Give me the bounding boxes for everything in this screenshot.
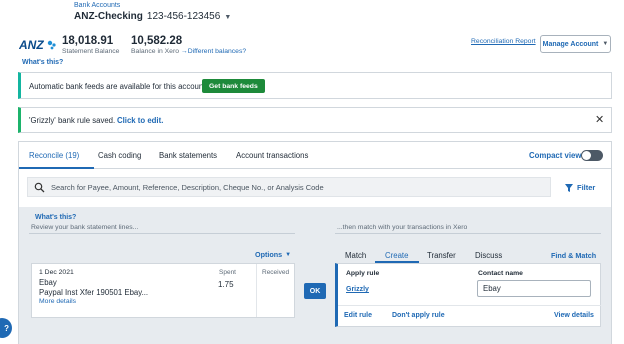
help-button[interactable]: ? — [0, 318, 12, 338]
different-balances-text: Different balances? — [187, 48, 247, 55]
tab-match[interactable]: Match — [345, 251, 366, 260]
tab-bar: Reconcile (19) Cash coding Bank statemen… — [19, 142, 611, 169]
filter-label: Filter — [577, 183, 596, 192]
tab-discuss[interactable]: Discuss — [475, 251, 502, 260]
breadcrumb[interactable]: Bank Accounts — [74, 2, 120, 9]
anz-logo: ANZ — [19, 38, 56, 52]
caret-down-icon: ▼ — [602, 41, 609, 47]
options-label: Options — [255, 250, 283, 259]
xero-balance-label-row: Balance in Xero →Different balances? — [131, 48, 246, 55]
more-details-link[interactable]: More details — [39, 298, 76, 305]
filter-icon — [565, 183, 573, 192]
rule-saved-message: 'Grizzly' bank rule saved. — [29, 116, 116, 125]
ok-button[interactable]: OK — [304, 283, 326, 299]
review-instructions: Review your bank statement lines... — [31, 224, 139, 231]
account-name: ANZ-Checking — [74, 11, 143, 22]
reconciliation-report-link[interactable]: Reconciliation Report — [471, 38, 536, 45]
column-divider — [256, 264, 257, 317]
bank-feed-message: Automatic bank feeds are available for t… — [29, 82, 206, 91]
get-bank-feeds-button[interactable]: Get bank feeds — [202, 79, 265, 93]
account-number: 123-456-123456 — [146, 11, 221, 22]
search-icon — [34, 182, 45, 193]
dont-apply-rule-link[interactable]: Don't apply rule — [392, 312, 445, 319]
statement-balance-amount: 18,018.91 — [62, 35, 114, 47]
tab-create[interactable]: Create — [385, 251, 408, 260]
help-icon: ? — [4, 323, 9, 333]
caret-down-icon: ▼ — [285, 251, 292, 258]
divider — [338, 305, 601, 306]
different-balances-link[interactable]: →Different balances? — [181, 48, 246, 55]
find-and-match-link[interactable]: Find & Match — [551, 251, 596, 260]
xero-balance-label: Balance in Xero — [131, 48, 179, 55]
spent-value: 1.75 — [218, 280, 234, 289]
manage-account-label: Manage Account — [542, 40, 599, 48]
xero-balance-amount: 10,582.28 — [131, 35, 183, 47]
bank-feed-banner: Automatic bank feeds are available for t… — [18, 72, 612, 99]
toggle-knob — [582, 151, 591, 160]
whats-this-link[interactable]: What's this? — [22, 59, 63, 66]
match-instructions: ...then match with your transactions in … — [337, 224, 468, 231]
edit-rule-link[interactable]: Edit rule — [344, 312, 372, 319]
options-dropdown[interactable]: Options ▼ — [255, 250, 291, 259]
statement-balance: 18,018.91 Statement Balance — [62, 35, 119, 55]
create-transaction-card: Apply rule Grizzly Contact name Edit rul… — [335, 263, 601, 327]
view-details-link[interactable]: View details — [554, 312, 594, 319]
filter-button[interactable]: Filter — [565, 183, 595, 192]
rule-link[interactable]: Grizzly — [346, 286, 369, 293]
divider — [29, 233, 295, 234]
received-label: Received — [262, 269, 290, 276]
spent-label: Spent — [219, 269, 236, 276]
search-input[interactable] — [51, 179, 546, 195]
account-selector[interactable]: ANZ-Checking 123-456-123456 ▼ — [74, 11, 231, 22]
tab-cash-coding[interactable]: Cash coding — [98, 151, 141, 160]
manage-account-button[interactable]: Manage Account ▼ — [540, 35, 611, 53]
contact-name-field[interactable] — [477, 280, 591, 297]
statement-line-card: 1 Dec 2021 Ebay Paypal Inst Xfer 190501 … — [31, 263, 295, 318]
tab-account-transactions[interactable]: Account transactions — [236, 151, 308, 160]
xero-balance: 10,582.28 Balance in Xero →Different bal… — [131, 35, 246, 55]
arrow-right-icon: → — [180, 48, 188, 55]
search-bar — [27, 177, 551, 197]
tab-reconcile[interactable]: Reconcile (19) — [29, 151, 79, 160]
apply-rule-label: Apply rule — [346, 270, 380, 277]
tab-bank-statements[interactable]: Bank statements — [159, 151, 217, 160]
divider — [335, 233, 601, 234]
contact-name-label: Contact name — [478, 270, 523, 277]
statement-payee: Ebay — [39, 278, 57, 287]
svg-text:ANZ: ANZ — [19, 38, 44, 52]
chevron-down-icon: ▼ — [224, 14, 232, 21]
whats-this-link[interactable]: What's this? — [35, 214, 76, 221]
tab-transfer[interactable]: Transfer — [427, 251, 456, 260]
statement-balance-label: Statement Balance — [62, 48, 120, 55]
close-icon[interactable]: ✕ — [595, 113, 604, 126]
active-tab-indicator — [19, 167, 94, 169]
rule-saved-banner: 'Grizzly' bank rule saved. Click to edit… — [18, 107, 612, 133]
statement-date: 1 Dec 2021 — [39, 269, 74, 276]
click-to-edit-link[interactable]: Click to edit. — [117, 116, 163, 125]
reconcile-panel: Reconcile (19) Cash coding Bank statemen… — [18, 141, 612, 344]
match-tab-bar: Match Create Transfer Discuss Find & Mat… — [335, 243, 601, 263]
compact-view-label: Compact view — [529, 151, 582, 160]
statement-reference: Paypal Inst Xfer 190501 Ebay... — [39, 288, 149, 297]
reconcile-area: What's this? Review your bank statement … — [19, 207, 611, 344]
